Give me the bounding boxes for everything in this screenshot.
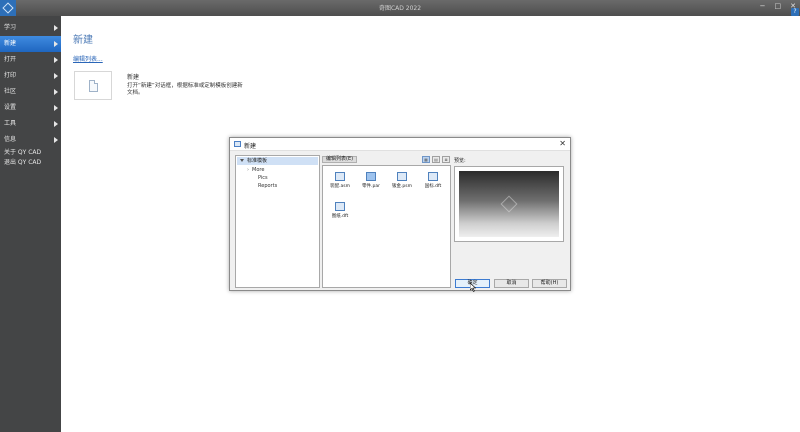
- chevron-right-icon: [54, 137, 58, 143]
- menu-item-open[interactable]: 打开: [0, 52, 61, 68]
- new-document-tile[interactable]: [74, 71, 112, 100]
- menu-item-label: 学习: [4, 24, 17, 31]
- view-mode-buttons: ▦ ▤ ≣: [422, 156, 450, 163]
- file-name: 装配.asm: [330, 184, 350, 189]
- template-tree: 标准模板 › More Pics Reports: [235, 155, 320, 288]
- menu-item-label: 新建: [4, 40, 17, 47]
- backstage-sidebar: 学习 新建 打开 打印 社区 设置 工具 信息 关于 QY CAD 退出 QY …: [0, 16, 61, 432]
- file-name: 零件.par: [362, 184, 380, 189]
- drawing-file-icon: [428, 172, 438, 181]
- menu-item-label: 社区: [4, 88, 17, 95]
- caret-down-icon[interactable]: [240, 159, 244, 162]
- chevron-right-icon[interactable]: ›: [247, 166, 249, 174]
- menu-item-print[interactable]: 打印: [0, 68, 61, 84]
- mouse-cursor-icon: [470, 283, 476, 292]
- tree-item-pics[interactable]: Pics: [236, 174, 319, 182]
- assembly-file-icon: [335, 172, 345, 181]
- tree-item-reports[interactable]: Reports: [236, 182, 319, 190]
- edit-list-link[interactable]: 编辑列表...: [73, 54, 103, 63]
- chevron-right-icon: [54, 57, 58, 63]
- menu-item-label: 打印: [4, 72, 17, 79]
- help-icon[interactable]: ?: [791, 8, 799, 16]
- preview-label: 预览:: [454, 158, 466, 164]
- sheetmetal-file-icon: [397, 172, 407, 181]
- dialog-title: 新建: [244, 143, 257, 150]
- menu-item-learn[interactable]: 学习: [0, 20, 61, 36]
- menu-item-settings[interactable]: 设置: [0, 100, 61, 116]
- list-view-button[interactable]: ▤: [432, 156, 440, 163]
- file-name: 钣金.psm: [391, 184, 412, 189]
- menu-item-label: 工具: [4, 120, 17, 127]
- menu-item-tools[interactable]: 工具: [0, 116, 61, 132]
- close-icon[interactable]: ✕: [559, 139, 566, 148]
- title-bar: 奇图CAD 2022 − □ ✕ ?: [0, 0, 800, 16]
- file-item-drawing[interactable]: 图纸.dft: [326, 199, 354, 221]
- dialog-window-icon: [234, 141, 241, 147]
- maximize-button[interactable]: □: [775, 2, 782, 10]
- window-title: 奇图CAD 2022: [378, 5, 422, 12]
- dialog-title-bar[interactable]: 新建 ✕: [230, 138, 570, 151]
- file-name: 图纸.dft: [331, 214, 349, 219]
- file-item-part[interactable]: 零件.par: [357, 169, 385, 191]
- chevron-right-icon: [54, 121, 58, 127]
- file-item-sheetmetal[interactable]: 钣金.psm: [388, 169, 416, 191]
- file-item-assembly[interactable]: 装配.asm: [326, 169, 354, 191]
- menu-item-new[interactable]: 新建: [0, 36, 61, 52]
- chevron-right-icon: [54, 41, 58, 47]
- cube-logo-icon: [500, 195, 518, 213]
- drawing-file-icon: [335, 202, 345, 211]
- file-pane: 编辑列表(E) ▦ ▤ ≣ 装配.asm 零件.par 钣金.psm 国标.df…: [322, 155, 451, 288]
- preview-image: [459, 171, 559, 237]
- tree-item-standard-templates[interactable]: 标准模板: [237, 157, 318, 165]
- cancel-button[interactable]: 取消: [494, 279, 529, 288]
- minimize-button[interactable]: −: [760, 2, 766, 10]
- chevron-right-icon: [54, 73, 58, 79]
- preview-panel: [454, 166, 564, 242]
- menu-item-label: 信息: [4, 136, 17, 143]
- file-name: 国标.dft: [424, 184, 442, 189]
- backstage-menu: 学习 新建 打开 打印 社区 设置 工具 信息 关于 QY CAD 退出 QY …: [0, 16, 61, 168]
- file-item-gb-drawing[interactable]: 国标.dft: [419, 169, 447, 191]
- menu-item-info[interactable]: 信息: [0, 132, 61, 148]
- part-file-icon: [366, 172, 376, 181]
- new-card-title: 新建: [127, 74, 140, 81]
- chevron-right-icon: [54, 105, 58, 111]
- help-button[interactable]: 帮助(H): [532, 279, 567, 288]
- chevron-right-icon: [54, 25, 58, 31]
- new-document-dialog: 新建 ✕ 标准模板 › More Pics Reports 编辑列表(E) ▦ …: [229, 137, 571, 291]
- large-icons-view-button[interactable]: ▦: [422, 156, 430, 163]
- menu-item-community[interactable]: 社区: [0, 84, 61, 100]
- details-view-button[interactable]: ≣: [442, 156, 450, 163]
- tree-item-label: 标准模板: [247, 158, 268, 164]
- menu-item-label: 打开: [4, 56, 17, 63]
- new-card-description: 打开“新建”对话框，根据标准或定制模板创建新文档。: [127, 83, 243, 96]
- menu-item-exit[interactable]: 退出 QY CAD: [0, 158, 61, 168]
- document-icon: [88, 79, 98, 92]
- chevron-right-icon: [54, 89, 58, 95]
- edit-list-tab[interactable]: 编辑列表(E): [322, 156, 358, 163]
- file-pane-header: 编辑列表(E) ▦ ▤ ≣: [322, 155, 451, 165]
- page-title: 新建: [73, 35, 93, 46]
- tree-item-label: More: [252, 167, 265, 173]
- tree-item-more[interactable]: › More: [236, 166, 319, 174]
- menu-item-about[interactable]: 关于 QY CAD: [0, 148, 61, 158]
- menu-item-label: 设置: [4, 104, 17, 111]
- template-file-list: 装配.asm 零件.par 钣金.psm 国标.dft 图纸.dft: [322, 165, 451, 288]
